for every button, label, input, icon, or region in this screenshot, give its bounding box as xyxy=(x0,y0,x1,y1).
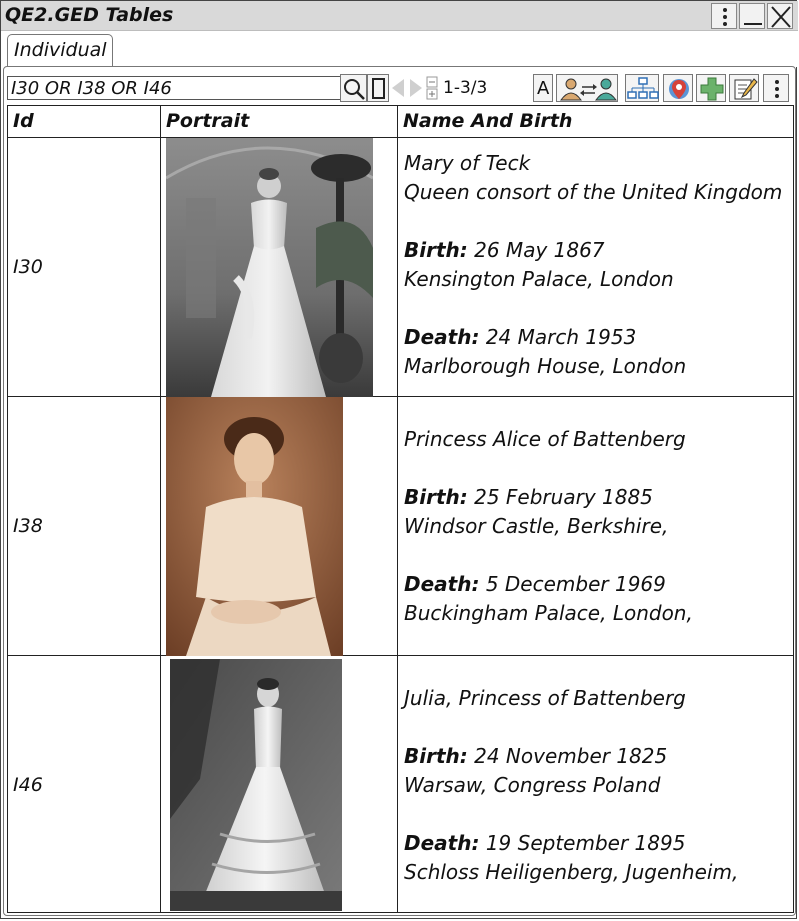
single-record-button[interactable] xyxy=(367,74,389,102)
more-vertical-icon xyxy=(723,8,727,26)
death-place: Schloss Heiligenberg, Jugenheim, xyxy=(404,860,739,884)
tab-label: Individual xyxy=(14,39,107,61)
person-name: Princess Alice of Battenberg xyxy=(404,427,686,451)
portrait-cell xyxy=(161,138,398,397)
filter-toggle-icon xyxy=(426,76,438,100)
portrait-image xyxy=(170,659,342,911)
birth-place: Warsaw, Congress Poland xyxy=(404,773,661,797)
close-button[interactable] xyxy=(767,3,793,29)
death-place: Buckingham Palace, London, xyxy=(404,601,693,625)
column-header-portrait[interactable]: Portrait xyxy=(161,106,398,138)
column-header-id[interactable]: Id xyxy=(8,106,161,138)
edit-button[interactable] xyxy=(729,74,759,102)
search-icon xyxy=(344,79,365,100)
edit-icon xyxy=(734,78,758,100)
record-counter: 1-3/3 xyxy=(443,78,488,98)
name-and-birth-cell: Julia, Princess of Battenberg Birth: 24 … xyxy=(398,656,793,912)
birth-label: Birth: xyxy=(404,485,468,509)
birth-label: Birth: xyxy=(404,238,468,262)
tree-chart-button[interactable] xyxy=(625,74,659,102)
birth-line: Birth: 24 November 1825 xyxy=(404,742,793,771)
person-name: Mary of Teck xyxy=(404,151,531,175)
minimize-button[interactable] xyxy=(739,3,765,29)
birth-date: 24 November 1825 xyxy=(474,744,668,768)
add-button[interactable] xyxy=(696,74,726,102)
relate-persons-icon xyxy=(560,78,617,101)
column-header-name-and-birth[interactable]: Name And Birth xyxy=(398,106,793,138)
next-icon xyxy=(410,79,422,97)
death-date: 5 December 1969 xyxy=(485,572,666,596)
window-menu-button[interactable] xyxy=(711,3,737,29)
table-row[interactable]: I46 Julia, Princess of Battenberg Birth:… xyxy=(8,656,793,912)
birth-date: 26 May 1867 xyxy=(474,238,605,262)
toolbar-menu-button[interactable] xyxy=(763,74,789,102)
filter-toggle-button[interactable] xyxy=(426,74,438,102)
toolbar: 1-3/3 A xyxy=(5,73,793,103)
person-name: Julia, Princess of Battenberg xyxy=(404,686,686,710)
window-title: QE2.GED Tables xyxy=(5,4,174,26)
add-icon xyxy=(700,77,724,101)
portrait-cell xyxy=(161,397,398,656)
close-icon xyxy=(771,6,791,28)
death-date: 24 March 1953 xyxy=(485,325,637,349)
table-row[interactable]: I30 Mary of Teck Queen consort of the Un… xyxy=(8,138,793,397)
death-line: Death: 5 December 1969 xyxy=(404,570,793,599)
tree-chart-icon xyxy=(627,77,659,99)
death-label: Death: xyxy=(404,572,480,596)
search-input[interactable] xyxy=(11,77,331,99)
next-button[interactable] xyxy=(407,74,425,102)
death-label: Death: xyxy=(404,831,480,855)
id-cell: I38 xyxy=(8,397,161,655)
single-record-icon xyxy=(372,78,385,99)
person-title: Queen consort of the United Kingdom xyxy=(404,180,783,204)
birth-date: 25 February 1885 xyxy=(474,485,653,509)
prev-button[interactable] xyxy=(389,74,407,102)
birth-place: Kensington Palace, London xyxy=(404,267,674,291)
birth-line: Birth: 26 May 1867 xyxy=(404,236,793,265)
title-bar: QE2.GED Tables xyxy=(1,1,798,31)
tab-strip: Individual xyxy=(1,31,798,68)
id-cell: I46 xyxy=(8,656,161,912)
tab-individual[interactable]: Individual xyxy=(7,34,113,68)
id-value: I38 xyxy=(13,515,43,537)
table-row[interactable]: I38 Princess Alice of Battenberg Birth: … xyxy=(8,397,793,656)
relate-persons-button[interactable] xyxy=(556,74,618,102)
id-value: I46 xyxy=(13,774,43,796)
portrait-cell xyxy=(161,656,398,912)
text-mode-button[interactable]: A xyxy=(533,74,553,102)
more-vertical-icon xyxy=(775,80,779,98)
death-line: Death: 19 September 1895 xyxy=(404,829,793,858)
name-and-birth-cell: Princess Alice of Battenberg Birth: 25 F… xyxy=(398,397,793,655)
individual-table: Id Portrait Name And Birth I30 Mary of T… xyxy=(7,105,794,913)
map-pin-icon xyxy=(669,79,689,99)
portrait-image xyxy=(166,397,343,656)
birth-place: Windsor Castle, Berkshire, xyxy=(404,514,669,538)
text-mode-icon: A xyxy=(537,78,550,99)
id-cell: I30 xyxy=(8,138,161,396)
search-field[interactable] xyxy=(7,76,341,100)
minimize-icon xyxy=(744,23,762,25)
prev-icon xyxy=(392,79,404,97)
death-date: 19 September 1895 xyxy=(485,831,686,855)
map-button[interactable] xyxy=(663,74,693,102)
birth-label: Birth: xyxy=(404,744,468,768)
portrait-image xyxy=(166,138,373,397)
death-place: Marlborough House, London xyxy=(404,354,687,378)
search-button[interactable] xyxy=(340,74,367,102)
name-and-birth-cell: Mary of Teck Queen consort of the United… xyxy=(398,138,793,396)
id-value: I30 xyxy=(13,256,43,278)
death-label: Death: xyxy=(404,325,480,349)
app-window: QE2.GED Tables Individual I30 OR I38 OR … xyxy=(0,0,798,919)
death-line: Death: 24 March 1953 xyxy=(404,323,793,352)
birth-line: Birth: 25 February 1885 xyxy=(404,483,793,512)
